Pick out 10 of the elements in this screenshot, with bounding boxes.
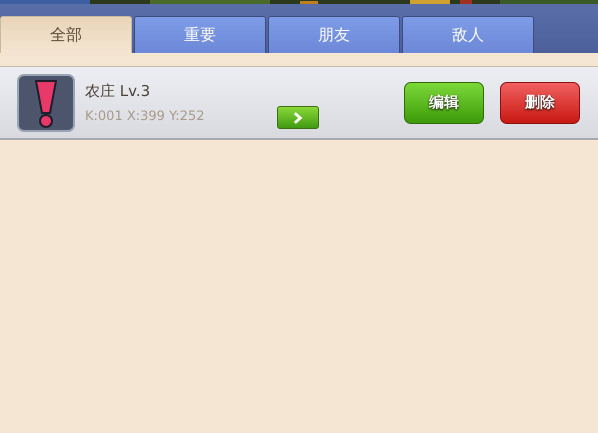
exclamation-icon <box>17 74 75 132</box>
go-button[interactable] <box>277 106 319 129</box>
entry-name: 农庄 Lv.3 <box>85 82 152 100</box>
tab[interactable]: 朋友 <box>268 16 400 53</box>
edit-button[interactable]: 编辑 <box>404 82 484 124</box>
entry-coordinates: K:001 X:399 Y:252 <box>85 108 206 124</box>
tab[interactable]: 全部 <box>0 16 132 53</box>
delete-button[interactable]: 删除 <box>500 82 580 124</box>
tab[interactable]: 重要 <box>134 16 266 53</box>
tab[interactable]: 敌人 <box>402 16 534 53</box>
